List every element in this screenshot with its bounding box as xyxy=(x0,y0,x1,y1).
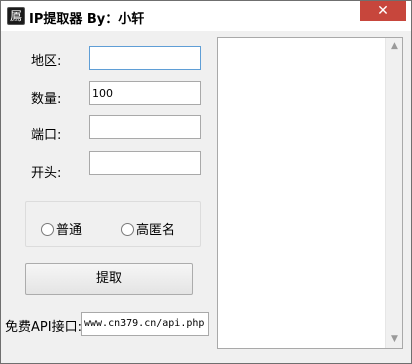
output-textarea[interactable]: ▲ ▼ xyxy=(217,37,403,349)
api-label: 免费API接口: xyxy=(5,320,82,335)
radio-circle-icon xyxy=(41,223,54,236)
app-icon: 䲩 xyxy=(7,7,25,25)
region-input[interactable] xyxy=(89,46,201,70)
prefix-input[interactable] xyxy=(89,151,201,175)
scroll-up-icon[interactable]: ▲ xyxy=(386,38,403,55)
title-bar: 䲩 IP提取器 By：小轩 ✕ xyxy=(1,1,411,31)
close-button[interactable]: ✕ xyxy=(360,1,406,21)
radio-normal[interactable]: 普通 xyxy=(41,219,83,238)
api-url-field[interactable]: www.cn379.cn/api.php xyxy=(81,312,209,336)
port-label: 端口: xyxy=(31,128,62,143)
region-label: 地区: xyxy=(31,54,62,69)
count-input[interactable] xyxy=(89,81,201,105)
count-label: 数量: xyxy=(31,92,62,107)
window-title: IP提取器 By：小轩 xyxy=(29,12,145,27)
vertical-scrollbar[interactable]: ▲ ▼ xyxy=(385,38,402,348)
app-window: 䲩 IP提取器 By：小轩 ✕ 地区: 数量: 端口: 开头: 普通 高匿名 提… xyxy=(0,0,412,364)
scroll-down-icon[interactable]: ▼ xyxy=(386,331,403,348)
radio-circle-icon xyxy=(121,223,134,236)
radio-high-anonymity-label: 高匿名 xyxy=(136,223,176,238)
port-input[interactable] xyxy=(89,115,201,139)
prefix-label: 开头: xyxy=(31,166,62,181)
close-icon: ✕ xyxy=(377,3,389,19)
radio-high-anonymity[interactable]: 高匿名 xyxy=(121,219,176,238)
extract-button[interactable]: 提取 xyxy=(25,263,193,295)
radio-normal-label: 普通 xyxy=(56,223,83,238)
